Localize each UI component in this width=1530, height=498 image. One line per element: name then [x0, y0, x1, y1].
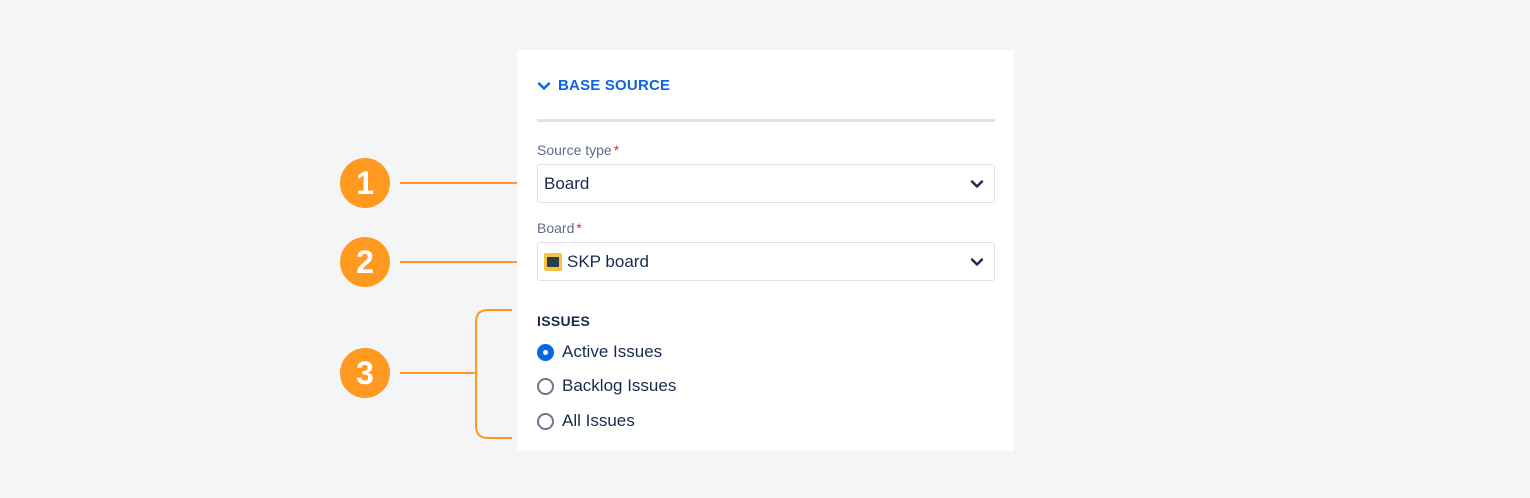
connector-2 [400, 261, 525, 263]
base-source-panel: BASE SOURCE Source type * Board Board * SK… [517, 50, 1014, 451]
chevron-down-icon [970, 180, 984, 188]
radio-backlog-issues[interactable]: Backlog Issues [537, 376, 676, 396]
radio-unchecked-icon[interactable] [537, 377, 554, 395]
section-title: BASE SOURCE [558, 77, 671, 94]
source-type-label: Source type * [537, 142, 620, 158]
radio-unchecked-icon[interactable] [537, 412, 554, 430]
base-source-toggle[interactable]: BASE SOURCE [537, 77, 670, 94]
source-type-value: Board [544, 173, 590, 193]
connector-3 [400, 372, 476, 374]
radio-active-issues[interactable]: Active Issues [537, 342, 662, 362]
board-icon [544, 252, 562, 271]
radio-label: Active Issues [562, 342, 663, 361]
issues-title: ISSUES [537, 313, 591, 329]
section-divider [537, 119, 995, 122]
board-select[interactable]: SKP board [537, 242, 995, 281]
chevron-down-icon [537, 81, 551, 90]
chevron-down-icon [970, 258, 984, 266]
callout-3: 3 [340, 348, 390, 398]
board-label: Board * [537, 220, 582, 236]
radio-label: Backlog Issues [562, 376, 677, 395]
board-value: SKP board [567, 251, 649, 271]
callout-1: 1 [340, 158, 390, 208]
callout-2: 2 [340, 237, 390, 287]
connector-1 [400, 182, 525, 184]
source-type-select[interactable]: Board [537, 164, 995, 203]
radio-label: All Issues [562, 411, 635, 430]
radio-checked-icon[interactable] [537, 343, 554, 361]
radio-all-issues[interactable]: All Issues [537, 411, 635, 431]
